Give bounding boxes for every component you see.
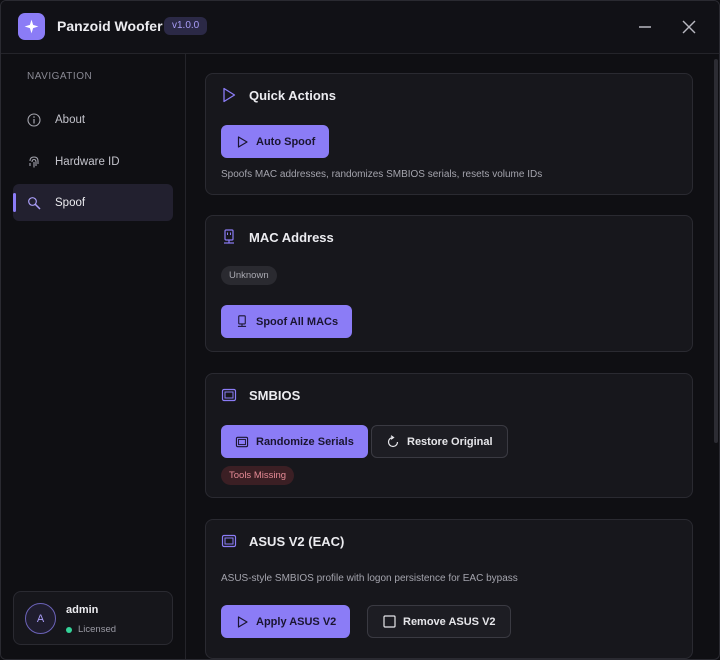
- quick-actions-card: Quick Actions Auto Spoof Spoofs MAC addr…: [205, 73, 693, 195]
- license-status-label: Licensed: [78, 624, 117, 635]
- randomize-serials-button[interactable]: Randomize Serials: [221, 425, 368, 458]
- play-icon: [235, 135, 249, 149]
- mac-status-badge: Unknown: [221, 266, 277, 285]
- spoof-all-macs-button[interactable]: Spoof All MACs: [221, 305, 353, 338]
- chip-icon: [221, 533, 237, 549]
- network-adapter-icon: [221, 229, 237, 245]
- smbios-status-badge: Tools Missing: [221, 466, 295, 485]
- card-title: ASUS V2 (EAC): [249, 533, 345, 549]
- sidebar-item-hardware-id[interactable]: Hardware ID: [13, 143, 173, 180]
- stop-icon: [382, 615, 396, 629]
- app-title: Panzoid Woofer: [57, 18, 163, 34]
- card-title: Quick Actions: [249, 87, 336, 103]
- smbios-card: SMBIOS Randomize Serials Restore Origina…: [205, 373, 693, 498]
- chip-icon: [235, 435, 249, 449]
- close-icon: [682, 20, 696, 34]
- sidebar-item-label: Spoof: [55, 196, 86, 209]
- sparkle-icon: [18, 13, 45, 40]
- sidebar-item-label: About: [55, 113, 86, 126]
- apply-asus-v2-button[interactable]: Apply ASUS V2: [221, 605, 351, 638]
- close-button[interactable]: [675, 13, 703, 41]
- auto-spoof-button[interactable]: Auto Spoof: [221, 125, 330, 158]
- fingerprint-icon: [27, 155, 41, 169]
- title-bar: Panzoid Woofer v1.0.0: [1, 1, 719, 54]
- remove-asus-v2-button[interactable]: Remove ASUS V2: [367, 605, 511, 638]
- user-card[interactable]: A admin Licensed: [13, 591, 173, 645]
- user-name: admin: [66, 604, 99, 616]
- play-icon: [221, 87, 237, 103]
- quick-actions-description: Spoofs MAC addresses, randomizes SMBIOS …: [221, 169, 543, 180]
- restore-original-button[interactable]: Restore Original: [371, 425, 508, 458]
- refresh-icon: [386, 434, 400, 449]
- main-scrollbar[interactable]: [714, 59, 718, 443]
- sidebar-item-spoof[interactable]: Spoof: [13, 184, 173, 221]
- network-adapter-icon: [235, 315, 249, 329]
- version-badge: v1.0.0: [164, 17, 208, 35]
- wand-icon: [27, 196, 41, 210]
- app-window: Panzoid Woofer v1.0.0 NAVIGATION About H…: [0, 0, 720, 660]
- minimize-button[interactable]: [631, 13, 659, 41]
- info-icon: [27, 112, 41, 127]
- asus-description: ASUS-style SMBIOS profile with logon per…: [221, 573, 518, 584]
- card-title: SMBIOS: [249, 387, 301, 403]
- main-content: Quick Actions Auto Spoof Spoofs MAC addr…: [187, 54, 719, 659]
- license-status: Licensed: [66, 624, 116, 635]
- sidebar: NAVIGATION About Hardware ID Spoof A adm…: [1, 54, 186, 659]
- mac-address-card: MAC Address Unknown Spoof All MACs: [205, 215, 693, 352]
- play-icon: [235, 615, 249, 629]
- asus-v2-card: ASUS V2 (EAC) ASUS-style SMBIOS profile …: [205, 519, 693, 659]
- avatar: A: [25, 603, 56, 634]
- card-title: MAC Address: [249, 229, 334, 245]
- sidebar-item-about[interactable]: About: [13, 101, 173, 138]
- minus-icon: [639, 26, 651, 28]
- sidebar-item-label: Hardware ID: [55, 155, 120, 168]
- chip-icon: [221, 387, 237, 403]
- nav-heading: NAVIGATION: [27, 71, 93, 82]
- status-dot-icon: [66, 626, 72, 633]
